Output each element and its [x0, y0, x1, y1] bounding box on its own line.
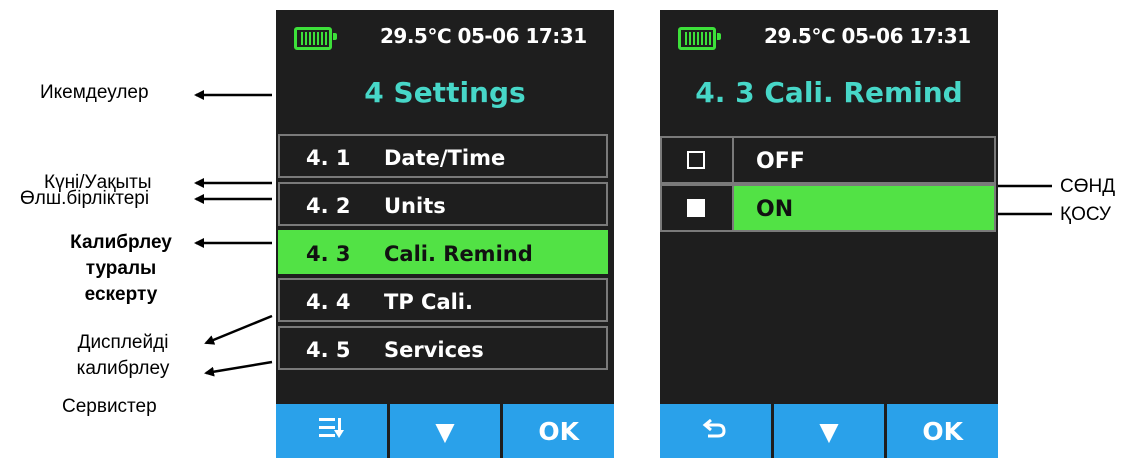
- menu-item-number: 4. 1: [306, 146, 351, 170]
- menu-item-tp-cali[interactable]: 4. 4 TP Cali.: [278, 278, 608, 322]
- page-title: 4 Settings: [364, 76, 526, 109]
- ok-softkey[interactable]: OK: [503, 404, 614, 458]
- settings-screen: 29.5℃ 05-06 17:31 4 Settings 4. 1 Date/T…: [276, 10, 614, 458]
- option-label: ON: [756, 197, 794, 222]
- menu-item-label: Units: [384, 194, 446, 218]
- down-softkey[interactable]: ▼: [773, 404, 885, 458]
- softkey-bar: ▼ OK: [276, 404, 614, 458]
- back-arrow-icon: [702, 416, 728, 446]
- page-title: 4. 3 Cali. Remind: [695, 76, 963, 109]
- battery-icon: [294, 27, 337, 50]
- cali-remind-screen: 29.5℃ 05-06 17:31 4. 3 Cali. Remind OFF …: [660, 10, 998, 458]
- menu-item-number: 4. 3: [306, 242, 351, 266]
- arrow-services: [204, 360, 273, 377]
- menu-item-label: Cali. Remind: [384, 242, 533, 266]
- menu-item-label: Services: [384, 338, 484, 362]
- option-label-box: OFF: [734, 138, 994, 182]
- status-text: 29.5℃ 05-06 17:31: [380, 24, 587, 48]
- down-triangle-icon: ▼: [819, 416, 839, 446]
- menu-item-units[interactable]: 4. 2 Units: [278, 182, 608, 226]
- menu-item-number: 4. 4: [306, 290, 351, 314]
- battery-icon: [678, 27, 721, 50]
- status-bar: 29.5℃ 05-06 17:31: [660, 24, 998, 54]
- status-text: 29.5℃ 05-06 17:31: [764, 24, 971, 48]
- option-label-box: ON: [734, 186, 994, 230]
- status-bar: 29.5℃ 05-06 17:31: [276, 24, 614, 54]
- back-softkey[interactable]: [660, 404, 771, 458]
- ok-softkey[interactable]: OK: [887, 404, 998, 458]
- menu-item-number: 4. 2: [306, 194, 351, 218]
- menu-item-cali-remind[interactable]: 4. 3 Cali. Remind: [278, 230, 608, 274]
- checkbox-checked-icon[interactable]: [687, 199, 705, 217]
- menu-item-date-time[interactable]: 4. 1 Date/Time: [278, 134, 608, 178]
- menu-sort-icon: [317, 415, 345, 447]
- menu-item-label: Date/Time: [384, 146, 506, 170]
- arrow-tp-cali: [204, 314, 273, 345]
- menu-item-label: TP Cali.: [384, 290, 473, 314]
- softkey-bar: ▼ OK: [660, 404, 998, 458]
- menu-item-number: 4. 5: [306, 338, 351, 362]
- menu-item-services[interactable]: 4. 5 Services: [278, 326, 608, 370]
- option-label: OFF: [756, 149, 805, 174]
- option-off[interactable]: OFF: [660, 136, 996, 184]
- menu-softkey[interactable]: [276, 404, 387, 458]
- checkbox-icon[interactable]: [687, 151, 705, 169]
- down-softkey[interactable]: ▼: [389, 404, 501, 458]
- option-on[interactable]: ON: [660, 184, 996, 232]
- down-triangle-icon: ▼: [435, 416, 455, 446]
